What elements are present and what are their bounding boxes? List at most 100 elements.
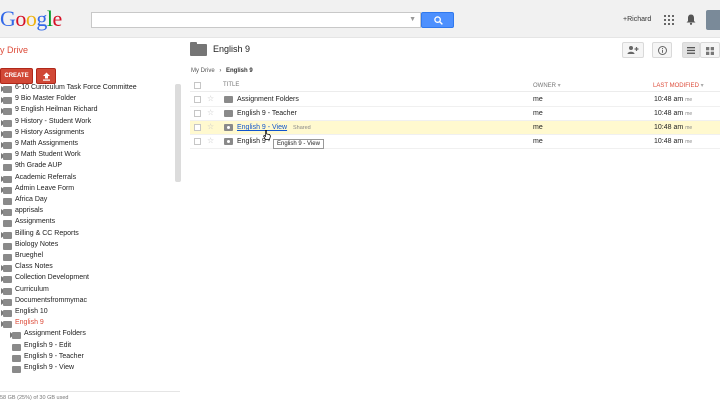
folder-icon — [3, 86, 12, 93]
row-checkbox[interactable] — [194, 110, 201, 117]
sidebar-item-label: English 9 - Teacher — [24, 352, 84, 360]
sidebar-item-9-math-student-work[interactable]: 9 Math Student Work — [0, 151, 175, 162]
google-logo[interactable]: Google — [0, 6, 62, 32]
shared-label: Shared — [293, 125, 311, 131]
sidebar-item-label: English 9 — [15, 319, 44, 327]
sidebar-item-label: Curriculum — [15, 285, 49, 293]
sidebar-item-label: 9 English Heilman Richard — [15, 106, 98, 114]
sidebar-item-9th-grade-aup[interactable]: 9th Grade AUP — [0, 162, 175, 173]
column-owner-label: OWNER — [533, 83, 556, 89]
folder-icon — [3, 287, 12, 295]
modified-time: 10:48 am — [654, 96, 684, 103]
sidebar-item-africa-day[interactable]: Africa Day — [0, 196, 175, 207]
folder-icon — [190, 42, 207, 56]
breadcrumb-root-link[interactable]: My Drive — [191, 68, 215, 74]
sidebar-item-english-9-teacher[interactable]: English 9 - Teacher — [0, 353, 175, 364]
owner-cell: me — [533, 96, 543, 103]
file-name-link[interactable]: English 9 - Teacher — [237, 110, 297, 117]
folder-icon — [3, 175, 12, 183]
list-view-button[interactable] — [682, 42, 700, 58]
table-row[interactable]: ☆ English 9 - Teacher me 10:48 am me — [190, 107, 720, 121]
share-button[interactable] — [622, 42, 644, 58]
apps-grid-icon[interactable] — [664, 15, 674, 25]
table-row[interactable]: ☆ Assignment Folders me 10:48 am me — [190, 93, 720, 107]
folder-icon — [3, 310, 12, 317]
upload-button[interactable] — [36, 68, 56, 84]
details-button[interactable] — [652, 42, 672, 58]
sidebar-item-9-bio-master-folder[interactable]: 9 Bio Master Folder — [0, 95, 175, 106]
create-button[interactable]: CREATE — [0, 68, 33, 84]
sidebar-item-label: apprisals — [15, 207, 44, 215]
row-checkbox[interactable] — [194, 124, 201, 131]
sidebar-item-documentsfrommymac[interactable]: Documentsfrommymac — [0, 297, 175, 308]
logo-letter: e — [52, 6, 63, 31]
sidebar-item-9-math-assignments[interactable]: 9 Math Assignments — [0, 140, 175, 151]
sidebar-item-label: 9 History Assignments — [15, 128, 85, 136]
owner-cell: me — [533, 110, 543, 117]
shared-folder-icon — [224, 138, 233, 145]
folder-icon — [3, 231, 12, 239]
upload-icon — [43, 72, 50, 81]
sidebar-item-9-english-heilman-richard[interactable]: 9 English Heilman Richard — [0, 106, 175, 117]
sidebar-item-english-9-edit[interactable]: English 9 - Edit — [0, 342, 175, 353]
sort-arrow-icon: ▾ — [557, 83, 561, 89]
logo-letter: o — [15, 6, 26, 31]
notifications-bell-icon[interactable] — [686, 14, 696, 25]
info-icon — [658, 46, 667, 55]
add-person-icon — [627, 46, 639, 54]
hand-cursor-icon — [263, 130, 271, 140]
sidebar-item-class-notes[interactable]: Class Notes — [0, 263, 175, 274]
folder-icon — [3, 254, 12, 261]
grid-view-button[interactable] — [700, 42, 720, 58]
sidebar-item-biology-notes[interactable]: Biology Notes — [0, 241, 175, 252]
modified-by: me — [685, 139, 693, 145]
sidebar-item-6-10-curriculum-task-force-committee[interactable]: 6-10 Curriculum Task Force Committee — [0, 84, 175, 95]
sidebar-item-label: Academic Referrals — [15, 173, 77, 181]
folder-icon — [3, 164, 12, 172]
sidebar-item-curriculum[interactable]: Curriculum — [0, 286, 175, 297]
sidebar-item-english-9-view[interactable]: English 9 - View — [0, 364, 175, 375]
column-modified-label: LAST MODIFIED — [653, 83, 699, 89]
sidebar-item-apprisals[interactable]: apprisals — [0, 207, 175, 218]
sidebar-item-english-9[interactable]: English 9 — [0, 319, 175, 330]
sidebar-item-9-history-student-work[interactable]: 9 History - Student Work — [0, 118, 175, 129]
sidebar-item-9-history-assignments[interactable]: 9 History Assignments — [0, 129, 175, 140]
owner-cell: me — [533, 138, 543, 145]
sidebar-scrollbar[interactable] — [175, 84, 181, 182]
sidebar-item-assignment-folders[interactable]: Assignment Folders — [0, 330, 175, 341]
sidebar-item-admin-leave-form[interactable]: Admin Leave Form — [0, 185, 175, 196]
sidebar-item-billing-cc-reports[interactable]: Billing & CC Reports — [0, 230, 175, 241]
folder-icon — [3, 119, 12, 127]
search-input[interactable]: ▼ — [91, 12, 421, 28]
sidebar-item-english-10[interactable]: English 10 — [0, 308, 175, 319]
sidebar-item-assignments[interactable]: Assignments — [0, 218, 175, 229]
modified-time: 10:48 am — [654, 138, 684, 145]
sidebar-item-brueghel[interactable]: Brueghel — [0, 252, 175, 263]
list-view-icon — [687, 47, 695, 54]
sidebar-item-label: 9 Math Assignments — [15, 140, 79, 147]
star-icon[interactable]: ☆ — [207, 108, 214, 117]
star-icon[interactable]: ☆ — [207, 122, 214, 131]
search-button[interactable] — [421, 12, 454, 28]
sidebar-item-academic-referrals[interactable]: Academic Referrals — [0, 174, 175, 185]
search-options-icon[interactable]: ▼ — [409, 16, 416, 23]
user-name-link[interactable]: +Richard — [623, 16, 651, 23]
storage-quota: 58 GB (25%) of 30 GB used — [0, 395, 69, 401]
folder-icon — [3, 220, 12, 228]
breadcrumb-current: English 9 — [226, 68, 253, 74]
select-all-checkbox[interactable] — [194, 82, 201, 89]
file-name-link[interactable]: Assignment Folders — [237, 96, 299, 103]
folder-icon — [3, 198, 12, 205]
breadcrumb: My Drive › English 9 — [191, 68, 253, 74]
star-icon[interactable]: ☆ — [207, 94, 214, 103]
star-icon[interactable]: ☆ — [207, 136, 214, 145]
column-modified-header[interactable]: LAST MODIFIED ▾ — [653, 82, 704, 89]
avatar[interactable] — [706, 10, 720, 30]
modified-by: me — [685, 111, 693, 117]
column-title-header[interactable]: TITLE — [223, 82, 239, 88]
folder-icon — [12, 366, 21, 373]
row-checkbox[interactable] — [194, 96, 201, 103]
sidebar-item-collection-development[interactable]: Collection Development — [0, 274, 175, 285]
column-owner-header[interactable]: OWNER ▾ — [533, 82, 561, 89]
row-checkbox[interactable] — [194, 138, 201, 145]
